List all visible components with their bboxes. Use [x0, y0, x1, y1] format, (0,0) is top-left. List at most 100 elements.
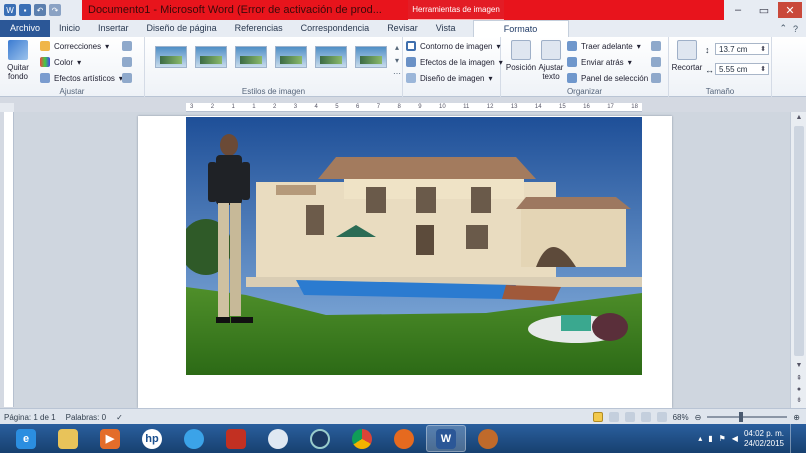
picture-style-6[interactable]	[355, 46, 387, 68]
tab-referencias[interactable]: Referencias	[226, 20, 292, 37]
network-icon[interactable]: ▮	[708, 434, 712, 443]
picture-style-3[interactable]	[235, 46, 267, 68]
align-icon[interactable]	[651, 41, 661, 51]
maximize-button[interactable]: ▭	[752, 2, 776, 18]
show-hidden-icons-icon[interactable]: ▴	[698, 434, 702, 443]
contorno-imagen-button[interactable]: Contorno de imagen ▾	[406, 41, 501, 51]
height-field[interactable]: 13.7 cm	[715, 43, 769, 55]
correcciones-button[interactable]: Correcciones ▾	[40, 41, 109, 51]
panel-seleccion-button[interactable]: Panel de selección	[567, 73, 648, 83]
word-count[interactable]: Palabras: 0	[66, 413, 106, 422]
scroll-down-icon[interactable]: ▼	[794, 362, 804, 372]
gallery-up-icon[interactable]: ▴	[395, 43, 399, 52]
help-icon[interactable]: ?	[793, 24, 798, 34]
tab-correspondencia[interactable]: Correspondencia	[292, 20, 379, 37]
house-photo	[186, 117, 642, 375]
status-left: Página: 1 de 1 Palabras: 0 ✓	[4, 409, 123, 425]
web-layout-icon[interactable]	[624, 412, 635, 422]
recortar-button[interactable]: Recortar	[672, 40, 702, 72]
taskbar-hp[interactable]: hp	[132, 425, 172, 452]
taskbar-ie[interactable]: e	[6, 425, 46, 452]
gallery-scroll[interactable]: ▴ ▾ ⋯	[393, 43, 401, 78]
tab-revisar[interactable]: Revisar	[378, 20, 427, 37]
picture-style-5[interactable]	[315, 46, 347, 68]
undo-icon[interactable]: ↶	[34, 4, 46, 16]
ajustar-texto-button[interactable]: Ajustar texto	[537, 40, 565, 81]
redo-icon[interactable]: ↷	[49, 4, 61, 16]
selected-picture[interactable]	[186, 117, 642, 375]
tab-inicio[interactable]: Inicio	[50, 20, 89, 37]
tab-archivo[interactable]: Archivo	[0, 20, 51, 37]
draft-view-icon[interactable]	[656, 412, 667, 422]
diseno-imagen-button[interactable]: Diseño de imagen ▾	[406, 73, 493, 83]
taskbar-app5[interactable]	[174, 425, 214, 452]
taskbar: e ▶ hp W ▴ ▮ ⚑ ◀ 04:02 p. m. 24/02/2015	[0, 424, 806, 453]
ruler-mark: 1	[231, 104, 235, 110]
vertical-scrollbar[interactable]: ▲ ▼ ⇞ ● ⇟	[790, 112, 806, 408]
zoom-out-icon[interactable]: ⊖	[695, 413, 702, 422]
scroll-thumb[interactable]	[794, 126, 804, 356]
efectos-artisticos-button[interactable]: Efectos artísticos ▾	[40, 73, 123, 83]
bring-forward-icon	[567, 41, 577, 51]
taskbar-app7[interactable]	[258, 425, 298, 452]
clock[interactable]: 04:02 p. m. 24/02/2015	[744, 429, 784, 449]
zoom-slider[interactable]	[707, 412, 788, 422]
change-picture-icon[interactable]	[122, 57, 132, 67]
rotate-icon[interactable]	[651, 73, 661, 83]
tab-diseno-pagina[interactable]: Diseño de página	[138, 20, 226, 37]
reset-picture-icon[interactable]	[122, 73, 132, 83]
taskbar-media[interactable]: ▶	[90, 425, 130, 452]
zoom-level[interactable]: 68%	[673, 413, 689, 422]
clock-date: 24/02/2015	[743, 438, 784, 448]
width-field[interactable]: 5.55 cm	[715, 63, 769, 75]
efectos-imagen-button[interactable]: Efectos de la imagen ▾	[406, 57, 503, 67]
outline-view-icon[interactable]	[640, 412, 651, 422]
gallery-down-icon[interactable]: ▾	[395, 56, 399, 65]
taskbar-firefox[interactable]	[384, 425, 424, 452]
color-button[interactable]: Color ▾	[40, 57, 81, 67]
enviar-atras-button[interactable]: Enviar atrás ▾	[567, 57, 632, 67]
horizontal-ruler[interactable]: 3 2 1 1 2 3 4 5 6 7 8 9 10 11 12 13 14 15 16 17 18	[186, 103, 642, 112]
next-page-icon[interactable]: ⇟	[794, 396, 804, 406]
compress-icon[interactable]	[122, 41, 132, 51]
tab-formato[interactable]: Formato	[472, 20, 569, 37]
ruler-mark: 18	[631, 104, 638, 110]
group-icon[interactable]	[651, 57, 661, 67]
gallery-more-icon[interactable]: ⋯	[393, 69, 401, 78]
scroll-up-icon[interactable]: ▲	[794, 114, 804, 124]
minimize-button[interactable]: –	[726, 2, 750, 18]
posicion-button[interactable]: Posición	[505, 40, 537, 72]
tab-vista[interactable]: Vista	[427, 20, 465, 37]
remove-background-button[interactable]: Quitar fondo	[4, 40, 32, 81]
taskbar-app6[interactable]	[216, 425, 256, 452]
taskbar-app8[interactable]	[300, 425, 340, 452]
taskbar-explorer[interactable]	[48, 425, 88, 452]
picture-style-4[interactable]	[275, 46, 307, 68]
taskbar-word[interactable]: W	[426, 425, 466, 452]
picture-style-2[interactable]	[195, 46, 227, 68]
proofing-icon[interactable]: ✓	[116, 413, 123, 422]
zoom-in-icon[interactable]: ⊕	[793, 413, 800, 422]
traer-adelante-button[interactable]: Traer adelante ▾	[567, 41, 641, 51]
ribbon: Quitar fondo Correcciones ▾ Color ▾ Efecto…	[0, 37, 806, 97]
page-count[interactable]: Página: 1 de 1	[4, 413, 56, 422]
ruler-tab-selector[interactable]	[0, 103, 14, 112]
taskbar-chrome[interactable]	[342, 425, 382, 452]
vertical-ruler[interactable]	[4, 112, 14, 407]
tab-insertar[interactable]: Insertar	[89, 20, 138, 37]
taskbar-app12[interactable]	[468, 425, 508, 452]
flag-icon[interactable]: ⚑	[719, 434, 726, 443]
close-button[interactable]: ✕	[778, 2, 802, 18]
save-icon[interactable]: ▪	[19, 4, 31, 16]
collapse-ribbon-icon[interactable]: ⌃	[779, 23, 787, 34]
picture-style-1[interactable]	[155, 46, 187, 68]
prev-page-icon[interactable]: ⇞	[794, 374, 804, 384]
volume-icon[interactable]: ◀	[732, 434, 738, 443]
full-screen-icon[interactable]	[608, 412, 619, 422]
ruler-mark: 4	[314, 104, 318, 110]
print-layout-icon[interactable]	[592, 412, 603, 422]
show-desktop-button[interactable]	[790, 424, 798, 453]
browse-object-icon[interactable]: ●	[794, 386, 804, 396]
remove-background-icon	[8, 40, 28, 60]
word-icon[interactable]: W	[4, 4, 16, 16]
